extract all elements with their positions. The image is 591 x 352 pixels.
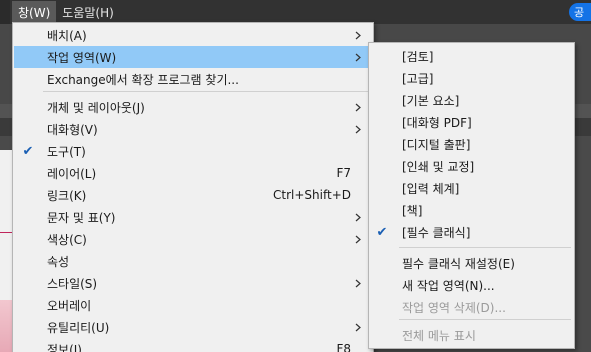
menu-window[interactable]: 창(W) (12, 1, 57, 23)
window-menu-item[interactable]: 문자 및 표(Y) (14, 206, 372, 228)
window-menu-item-label: 오버레이 (47, 298, 92, 313)
workspace-item-label: 새 작업 영역(N)... (402, 278, 495, 293)
share-button[interactable]: 공 (569, 3, 591, 21)
workspace-item-label: [검토] (402, 49, 434, 64)
workspace-item-label: [필수 클래식] (402, 225, 471, 240)
workspace-item[interactable]: [대화형 PDF] (370, 111, 573, 133)
workspace-item[interactable]: 새 작업 영역(N)... (370, 274, 573, 296)
workspace-item: 전체 메뉴 표시 (370, 324, 573, 346)
workspace-item[interactable]: [고급] (370, 67, 573, 89)
workspace-submenu: [검토] [고급] [기본 요소] [대화형 PDF] [디지털 출판] [인쇄 및 교정… (368, 42, 575, 349)
workspace-item-label: 작업 영역 삭제(D)... (402, 300, 506, 315)
chevron-right-icon (354, 272, 362, 294)
workspace-item-label: [고급] (402, 71, 434, 86)
workspace-item[interactable]: [기본 요소] (370, 89, 573, 111)
window-menu-item[interactable]: 배치(A) (14, 24, 372, 46)
checkmark-icon: ✔ (376, 224, 388, 240)
chevron-right-icon (354, 96, 362, 118)
window-menu-item[interactable]: 개체 및 레이아웃(J) (14, 96, 372, 118)
window-menu-item[interactable]: 레이어(L) F7 (14, 162, 372, 184)
window-menu-item[interactable]: Exchange에서 확장 프로그램 찾기... (14, 68, 372, 90)
chevron-right-icon (354, 206, 362, 228)
window-menu-item[interactable]: ✔ 도구(T) (14, 140, 372, 162)
workspace-item[interactable]: 필수 클래식 재설정(E) (370, 252, 573, 274)
workspace-item[interactable]: [검토] (370, 45, 573, 67)
workspace-item-label: [디지털 출판] (402, 137, 471, 152)
window-menu-item[interactable]: 속성 (14, 250, 372, 272)
workspace-item-label: [기본 요소] (402, 93, 460, 108)
window-menu-item-label: 도구(T) (47, 144, 86, 159)
window-menu-item-label: 개체 및 레이아웃(J) (47, 100, 145, 115)
window-menu-item[interactable]: 색상(C) (14, 228, 372, 250)
workspace-item[interactable]: ✔ [필수 클래식] (370, 221, 573, 243)
window-menu-item-label: Exchange에서 확장 프로그램 찾기... (47, 72, 239, 87)
workspace-item-label: [대화형 PDF] (402, 115, 472, 130)
chevron-right-icon (354, 46, 362, 68)
workspace-item: 작업 영역 삭제(D)... (370, 296, 573, 318)
chevron-right-icon (354, 24, 362, 46)
window-menu-item-shortcut: Ctrl+Shift+D (273, 188, 351, 202)
workspace-item-label: 필수 클래식 재설정(E) (402, 256, 515, 271)
workspace-item[interactable]: [입력 체계] (370, 177, 573, 199)
window-menu-item-label: 배치(A) (47, 28, 87, 43)
window-menu-item-label: 색상(C) (47, 232, 87, 247)
window-menu-item[interactable]: 정보(I) F8 (14, 338, 372, 352)
window-menu-item-label: 정보(I) (47, 342, 82, 352)
window-menu-item-shortcut: F8 (336, 342, 351, 352)
window-menu: 배치(A) 작업 영역(W) Exchange에서 확장 프로그램 찾기... 개체 … (12, 22, 374, 352)
menu-help[interactable]: 도움말(H) (56, 1, 120, 23)
menu-separator (399, 319, 571, 320)
window-menu-item-shortcut: F7 (336, 166, 351, 180)
window-menu-item-label: 레이어(L) (47, 166, 97, 181)
window-menu-item-label: 링크(K) (47, 188, 87, 203)
workspace-item[interactable]: [책] (370, 199, 573, 221)
workspace-item-label: [책] (402, 203, 423, 218)
workspace-item[interactable]: [디지털 출판] (370, 133, 573, 155)
window-menu-item[interactable]: 링크(K) Ctrl+Shift+D (14, 184, 372, 206)
menu-separator (399, 247, 571, 248)
checkmark-icon: ✔ (22, 143, 34, 159)
workspace-item-label: [입력 체계] (402, 181, 460, 196)
window-menu-item[interactable]: 오버레이 (14, 294, 372, 316)
window-menu-item[interactable]: 스타일(S) (14, 272, 372, 294)
window-menu-item[interactable]: 대화형(V) (14, 118, 372, 140)
menu-bar: 창(W) 도움말(H) 공 (0, 0, 591, 24)
chevron-right-icon (354, 228, 362, 250)
window-menu-item-label: 속성 (47, 254, 70, 269)
chevron-right-icon (354, 316, 362, 338)
menu-bar-stub (0, 0, 10, 24)
window-menu-item[interactable]: 작업 영역(W) (14, 46, 372, 68)
menu-separator (43, 91, 371, 92)
chevron-right-icon (354, 118, 362, 140)
window-menu-item-label: 유틸리티(U) (47, 320, 110, 335)
workspace-item-label: [인쇄 및 교정] (402, 159, 475, 174)
window-menu-item-label: 스타일(S) (47, 276, 98, 291)
window-menu-item[interactable]: 유틸리티(U) (14, 316, 372, 338)
window-menu-item-label: 작업 영역(W) (47, 50, 117, 65)
window-menu-item-label: 문자 및 표(Y) (47, 210, 116, 225)
document-image-edge (0, 300, 12, 352)
document-guide-line (0, 232, 12, 233)
window-menu-item-label: 대화형(V) (47, 122, 98, 137)
workspace-item-label: 전체 메뉴 표시 (402, 328, 476, 343)
workspace-item[interactable]: [인쇄 및 교정] (370, 155, 573, 177)
